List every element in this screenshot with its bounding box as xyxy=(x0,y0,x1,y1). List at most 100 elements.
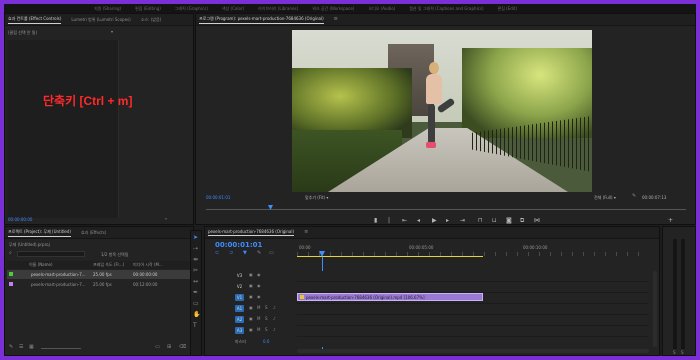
new-item-icon[interactable]: ⊞ xyxy=(167,345,171,350)
add-marker-icon[interactable]: ▼ xyxy=(243,251,247,256)
timeline-timecode[interactable]: 00:00:01:01 xyxy=(215,241,262,249)
pen-tool-icon[interactable]: ✒ xyxy=(193,290,198,296)
track-label[interactable]: V3 xyxy=(235,272,244,279)
timeline-scrollbar[interactable] xyxy=(297,349,649,353)
eye-icon[interactable]: ◉ xyxy=(257,284,261,288)
solo-icon[interactable]: S xyxy=(265,317,268,321)
step-back-icon[interactable]: ◂ xyxy=(417,218,420,224)
zoom-slider[interactable] xyxy=(41,348,81,349)
filter-icon[interactable]: ▿ xyxy=(165,217,167,221)
mute-icon[interactable]: M xyxy=(257,317,260,321)
workspace-tab[interactable]: 캡션 및 그래픽 (Captions and Graphics) xyxy=(409,6,483,12)
trim-icon[interactable]: ⋈ xyxy=(534,218,540,224)
track-label[interactable]: A3 xyxy=(235,327,244,334)
work-area-bar[interactable] xyxy=(297,256,483,257)
ripple-edit-icon[interactable]: ⇹ xyxy=(193,257,198,263)
tab-effect-controls[interactable]: 효과 컨트롤 (Effect Controls) xyxy=(8,16,62,24)
export-frame-icon[interactable]: ◙ xyxy=(506,218,512,224)
track-label[interactable]: V2 xyxy=(235,283,244,290)
microphone-icon[interactable]: ♪ xyxy=(273,317,276,321)
workspace-tab[interactable]: 지원 (Sharing) xyxy=(94,6,121,12)
track-label[interactable]: V1 xyxy=(235,294,244,301)
workspace-tab[interactable]: 오디오 (Audio) xyxy=(368,6,395,12)
list-view-icon[interactable]: ☰ xyxy=(19,345,23,350)
track-select-icon[interactable]: ⇢ xyxy=(193,246,198,252)
sequence-menu-icon[interactable]: ≡ xyxy=(304,230,308,235)
mute-icon[interactable]: M xyxy=(257,328,260,332)
track-label[interactable]: A2 xyxy=(235,316,244,323)
column-media-start[interactable]: 미디어 시작 (M... xyxy=(133,262,163,268)
program-menu-icon[interactable]: ≡ xyxy=(334,17,338,22)
trash-icon[interactable]: ⌫ xyxy=(179,345,186,350)
eye-icon[interactable]: ◉ xyxy=(257,295,261,299)
solo-button-icon[interactable]: S xyxy=(673,351,676,355)
play-icon[interactable]: ▶ xyxy=(432,218,437,224)
column-frame-rate[interactable]: 프레임 속도 (Fr...) xyxy=(93,262,124,268)
go-to-in-icon[interactable]: ⇤ xyxy=(402,218,407,224)
track-lock-icon[interactable]: ▣ xyxy=(249,273,253,277)
linked-selection-icon[interactable]: ⊃ xyxy=(229,251,233,256)
mark-out-icon[interactable]: | xyxy=(388,218,390,224)
comparison-view-icon[interactable]: ⧉ xyxy=(520,218,524,224)
track-lock-icon[interactable]: ▣ xyxy=(249,328,253,332)
solo-icon[interactable]: S xyxy=(265,328,268,332)
timeline-settings-icon[interactable]: ✎ xyxy=(257,251,261,256)
wrench-icon[interactable]: ✎ xyxy=(632,194,636,199)
microphone-icon[interactable]: ♪ xyxy=(273,328,276,332)
icon-view-icon[interactable]: ▦ xyxy=(29,345,34,350)
workspace-tab[interactable]: 색상 (Color) xyxy=(222,6,244,12)
search-input[interactable] xyxy=(17,251,85,257)
write-protect-icon[interactable]: ✎ xyxy=(9,345,13,350)
track-scrollbar[interactable] xyxy=(653,271,657,347)
workspace-tab[interactable]: 라이브러리 (Libraries) xyxy=(258,6,298,12)
list-item[interactable]: pexels-mart-production-7... 25.00 fps 00… xyxy=(7,270,191,279)
mute-icon[interactable]: M xyxy=(257,306,260,310)
eye-icon[interactable]: ◉ xyxy=(257,273,261,277)
tab-source[interactable]: 소스: (없음) xyxy=(141,17,161,23)
snap-icon[interactable]: ⊂ xyxy=(215,251,219,256)
track-lock-icon[interactable]: ▣ xyxy=(249,306,253,310)
program-scrub-bar[interactable] xyxy=(206,209,686,210)
track-label[interactable]: A1 xyxy=(235,305,244,312)
solo-button-icon[interactable]: S xyxy=(681,351,684,355)
extract-icon[interactable]: ⊔ xyxy=(492,218,497,224)
tab-sequence[interactable]: pexels-mart-production-7684636 (Original… xyxy=(208,229,295,236)
step-forward-icon[interactable]: ▸ xyxy=(446,218,449,224)
track-lock-icon[interactable]: ▣ xyxy=(249,317,253,321)
workspace-tab[interactable]: 워크 공간 (Workspace) xyxy=(312,6,354,12)
captions-icon[interactable]: ▭ xyxy=(269,251,274,256)
panel-menu-icon[interactable]: ▾ xyxy=(111,30,113,34)
hand-tool-icon[interactable]: ✋ xyxy=(193,312,200,318)
new-bin-icon[interactable]: ▭ xyxy=(155,345,160,350)
fit-dropdown[interactable]: 맞추기 (Fit) ▾ xyxy=(305,195,328,201)
tab-effects[interactable]: 효과 (Effects) xyxy=(81,230,106,236)
workspace-tab[interactable]: 그래픽 (Graphics) xyxy=(175,6,208,12)
lift-icon[interactable]: ⊓ xyxy=(478,218,483,224)
add-button-icon[interactable]: + xyxy=(668,218,673,224)
quality-dropdown[interactable]: 전체 (Full) ▾ xyxy=(594,195,616,201)
program-timecode[interactable]: 00:00:01:01 xyxy=(206,195,230,200)
effect-controls-timecode[interactable]: 00:00:00:00 xyxy=(8,217,32,222)
rectangle-tool-icon[interactable]: ▭ xyxy=(193,301,199,307)
track-lock-icon[interactable]: ▣ xyxy=(249,284,253,288)
tab-lumetri-scopes[interactable]: Lumetri 범위 (Lumetri Scopes) xyxy=(71,17,130,23)
go-to-out-icon[interactable]: ⇥ xyxy=(460,218,465,224)
program-duration: 00:00:07:13 xyxy=(642,195,667,200)
mark-in-icon[interactable]: ▮ xyxy=(374,218,377,224)
master-volume[interactable]: 0.0 xyxy=(263,339,269,344)
microphone-icon[interactable]: ♪ xyxy=(273,306,276,310)
type-tool-icon[interactable]: T xyxy=(193,323,197,329)
selection-tool-icon[interactable]: ➤ xyxy=(193,235,198,241)
timeline-clip[interactable]: pexels-mart-production-7684636 (Original… xyxy=(297,293,483,301)
track-lock-icon[interactable]: ▣ xyxy=(249,295,253,299)
search-icon[interactable]: ⌕ xyxy=(9,251,12,256)
tab-project[interactable]: 프로젝트 (Project): 무제 (Untitled) xyxy=(8,229,71,237)
column-name[interactable]: 이름 (Name) xyxy=(29,262,53,268)
razor-tool-icon[interactable]: ✂ xyxy=(193,268,198,274)
solo-icon[interactable]: S xyxy=(265,306,268,310)
tab-program[interactable]: 프로그램 (Program): pexels-mart-production-7… xyxy=(199,16,324,24)
list-item[interactable]: pexels-mart-production-7... 25.00 fps 00… xyxy=(7,280,191,289)
workspace-tab[interactable]: 편집 (Editing) xyxy=(135,6,161,12)
slip-tool-icon[interactable]: ↔ xyxy=(193,279,198,285)
workspace-tab[interactable]: 편집 (Edit) xyxy=(498,6,518,12)
